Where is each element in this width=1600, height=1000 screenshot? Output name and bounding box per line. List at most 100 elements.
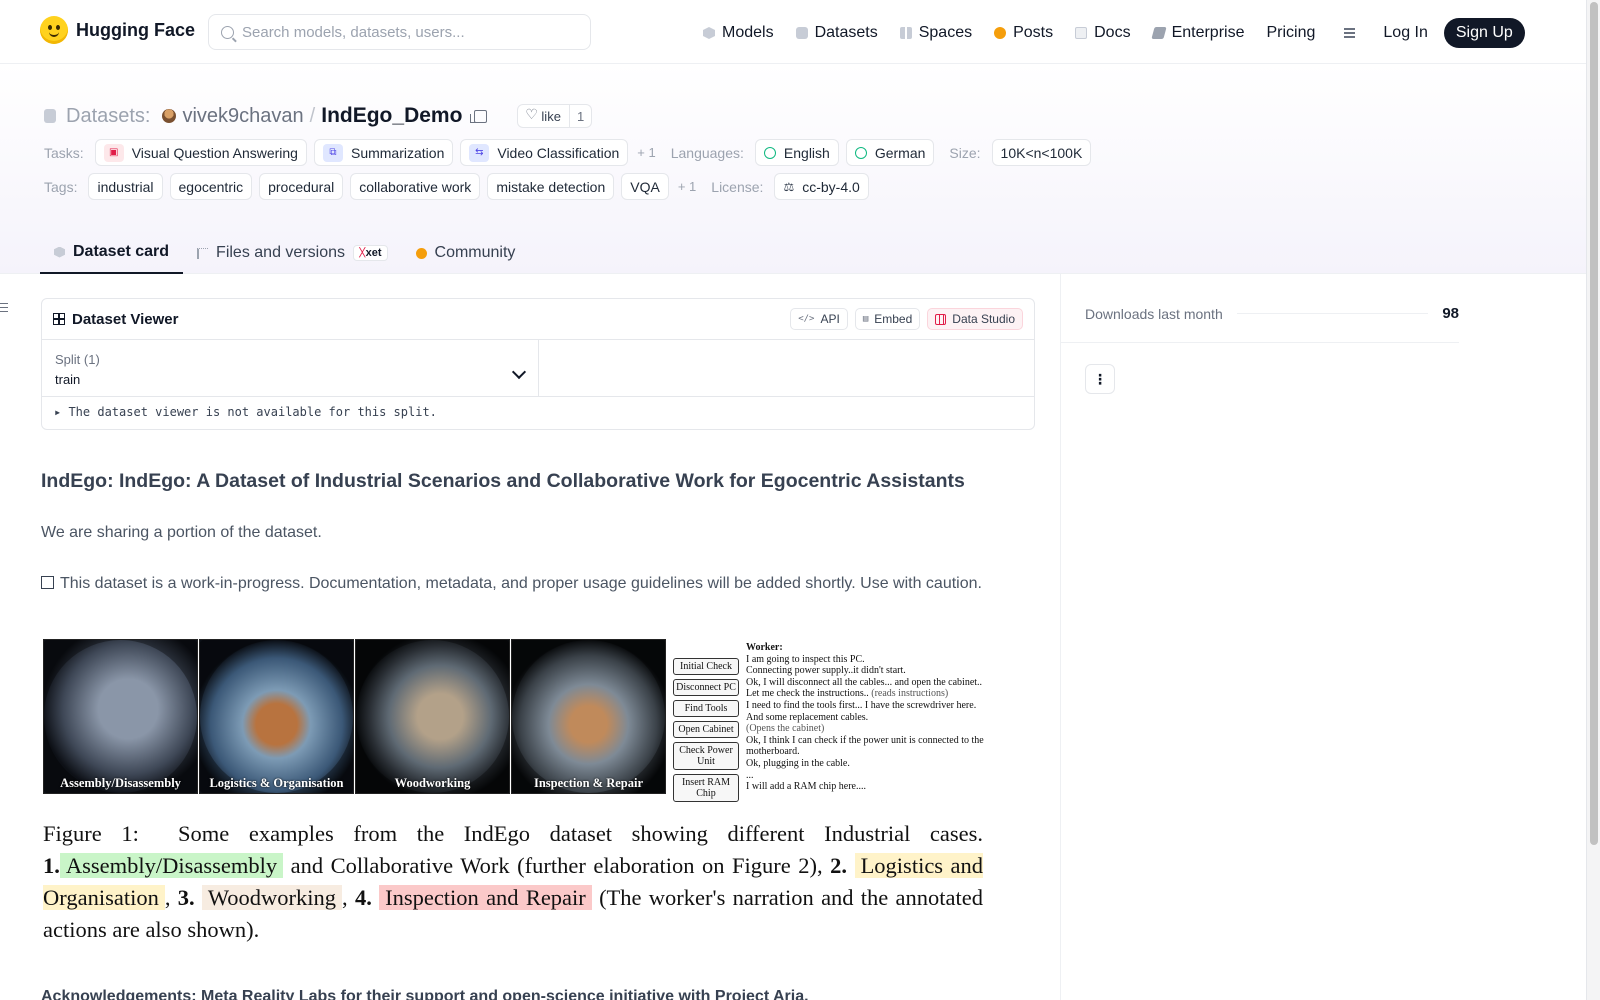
nav-spaces[interactable]: Spaces: [899, 24, 972, 42]
brand-name: Hugging Face: [76, 19, 196, 40]
checkbox-icon: [41, 576, 54, 589]
tag-chip[interactable]: VQA: [621, 173, 669, 200]
copy-icon[interactable]: [470, 109, 488, 123]
nav-datasets[interactable]: Datasets: [795, 24, 878, 42]
data-studio-button[interactable]: Data Studio: [927, 308, 1023, 330]
viewer-unavailable-note[interactable]: ▸ The dataset viewer is not available fo…: [42, 397, 1034, 427]
search-icon: [221, 25, 234, 39]
path-separator: /: [309, 104, 316, 127]
hugging-face-logo-icon: [40, 16, 68, 44]
tasks-more[interactable]: + 1: [637, 145, 655, 160]
repo-tabs: Dataset card Files and versions ᚷxet Comm…: [40, 232, 529, 274]
nav-models[interactable]: Models: [703, 24, 774, 42]
heart-icon: [525, 106, 538, 123]
api-button[interactable]: </> API: [790, 308, 848, 330]
code-icon: </>: [798, 314, 815, 324]
tab-files-and-versions[interactable]: Files and versions ᚷxet: [183, 232, 401, 274]
tag-chip[interactable]: industrial: [88, 173, 163, 200]
tasks-label: Tasks:: [44, 144, 84, 161]
action-step: Open Cabinet: [673, 721, 739, 738]
document-icon: ⧉: [322, 143, 343, 162]
downloads-stat: Downloads last month 98: [1085, 305, 1459, 322]
table-icon: [53, 313, 65, 325]
worker-narration: Worker: I am going to inspect this PC. C…: [746, 642, 984, 793]
repo-type-label[interactable]: Datasets:: [66, 105, 150, 128]
search-box[interactable]: [208, 14, 591, 50]
license-label: License:: [711, 178, 764, 195]
tab-dataset-card[interactable]: Dataset card: [40, 232, 184, 274]
figure-1-image: Assembly/Disassembly Logistics & Organis…: [41, 638, 996, 943]
card-warning: This dataset is a work-in-progress. Docu…: [41, 575, 982, 593]
tags-label: Tags:: [44, 178, 78, 195]
task-chip[interactable]: ⧉ Summarization: [313, 139, 454, 166]
tab-community[interactable]: Community: [402, 232, 530, 274]
tag-chip[interactable]: mistake detection: [487, 173, 615, 200]
search-input[interactable]: [242, 23, 562, 41]
top-navigation-bar: Hugging Face Models Datasets Spaces Post…: [0, 0, 1586, 64]
photo-logistics: Logistics & Organisation: [199, 639, 354, 794]
main-nav: Models Datasets Spaces Posts Docs Enterp…: [703, 18, 1525, 48]
split-select[interactable]: Split (1) train: [42, 340, 539, 396]
globe-icon: [763, 146, 776, 159]
action-steps: Initial Check Disconnect PC Find Tools O…: [673, 658, 739, 806]
right-sidebar: Downloads last month 98 ⋮: [1060, 274, 1586, 1000]
tag-chip[interactable]: procedural: [259, 173, 344, 200]
embed-button[interactable]: ▤ Embed: [854, 308, 921, 330]
card-paragraph: We are sharing a portion of the dataset.: [41, 524, 322, 541]
tags-row: Tags: industrial egocentric procedural c…: [44, 173, 869, 200]
repo-name[interactable]: IndEgo_Demo: [321, 104, 462, 128]
size-chip[interactable]: 10K<n<100K: [991, 139, 1092, 166]
photo-woodworking: Woodworking: [355, 639, 510, 794]
repo-owner[interactable]: vivek9chavan: [182, 105, 303, 128]
license-chip[interactable]: ⚖ cc-by-4.0: [774, 173, 869, 200]
downloads-value: 98: [1442, 305, 1459, 322]
language-chip[interactable]: English: [754, 139, 839, 166]
languages-label: Languages:: [670, 144, 744, 161]
dataset-viewer-title: Dataset Viewer: [53, 311, 178, 328]
toc-toggle-icon[interactable]: [0, 303, 9, 313]
video-icon: ⇆: [469, 143, 490, 162]
database-icon: [795, 27, 808, 39]
image-icon: ▣: [103, 143, 124, 162]
task-chip[interactable]: ⇆ Video Classification: [460, 139, 629, 166]
photo-inspection: Inspection & Repair: [511, 639, 666, 794]
like-button[interactable]: like 1: [517, 104, 593, 128]
nav-posts[interactable]: Posts: [994, 24, 1053, 42]
cube-icon: [54, 246, 65, 258]
nav-enterprise[interactable]: Enterprise: [1150, 24, 1244, 42]
page-scrollbar[interactable]: [1586, 0, 1600, 1000]
action-step: Check Power Unit: [673, 742, 739, 770]
database-icon: [44, 109, 56, 123]
language-chip[interactable]: German: [845, 139, 935, 166]
community-icon: [415, 247, 427, 259]
signup-button[interactable]: Sign Up: [1443, 18, 1525, 48]
login-link[interactable]: Log In: [1383, 24, 1427, 42]
acknowledgements: Acknowledgements: Meta Reality Labs for …: [41, 988, 809, 1000]
figure-caption: Figure 1: Some examples from the IndEgo …: [43, 821, 984, 942]
nav-docs[interactable]: Docs: [1075, 24, 1131, 42]
like-count: 1: [576, 108, 585, 124]
repo-header: Datasets: vivek9chavan / IndEgo_Demo lik…: [0, 64, 1586, 274]
tags-more[interactable]: + 1: [678, 179, 696, 194]
size-label: Size:: [949, 144, 981, 161]
dataset-viewer: Dataset Viewer </> API ▤ Embed Data Studio…: [41, 298, 1035, 430]
photo-assembly: Assembly/Disassembly: [43, 639, 198, 794]
tag-chip[interactable]: egocentric: [169, 173, 253, 200]
embed-icon: ▤: [862, 314, 869, 324]
tag-chip[interactable]: collaborative work: [350, 173, 481, 200]
kebab-icon: ⋮: [1093, 371, 1107, 387]
globe-icon: [854, 146, 867, 159]
more-options-button[interactable]: ⋮: [1085, 364, 1115, 394]
speech-bubble-icon: [994, 27, 1007, 39]
action-step: Disconnect PC: [673, 679, 739, 696]
enterprise-icon: [1150, 27, 1167, 39]
avatar: [162, 109, 177, 123]
more-menu-icon[interactable]: [1337, 27, 1356, 39]
viewer-actions: </> API ▤ Embed Data Studio: [790, 308, 1023, 330]
grid-icon: [899, 27, 912, 39]
split-label: Split (1): [55, 352, 100, 367]
scrollbar-thumb[interactable]: [1590, 2, 1598, 845]
brand-logo[interactable]: Hugging Face: [40, 16, 195, 44]
task-chip[interactable]: ▣ Visual Question Answering: [94, 139, 307, 166]
nav-pricing[interactable]: Pricing: [1266, 24, 1315, 42]
